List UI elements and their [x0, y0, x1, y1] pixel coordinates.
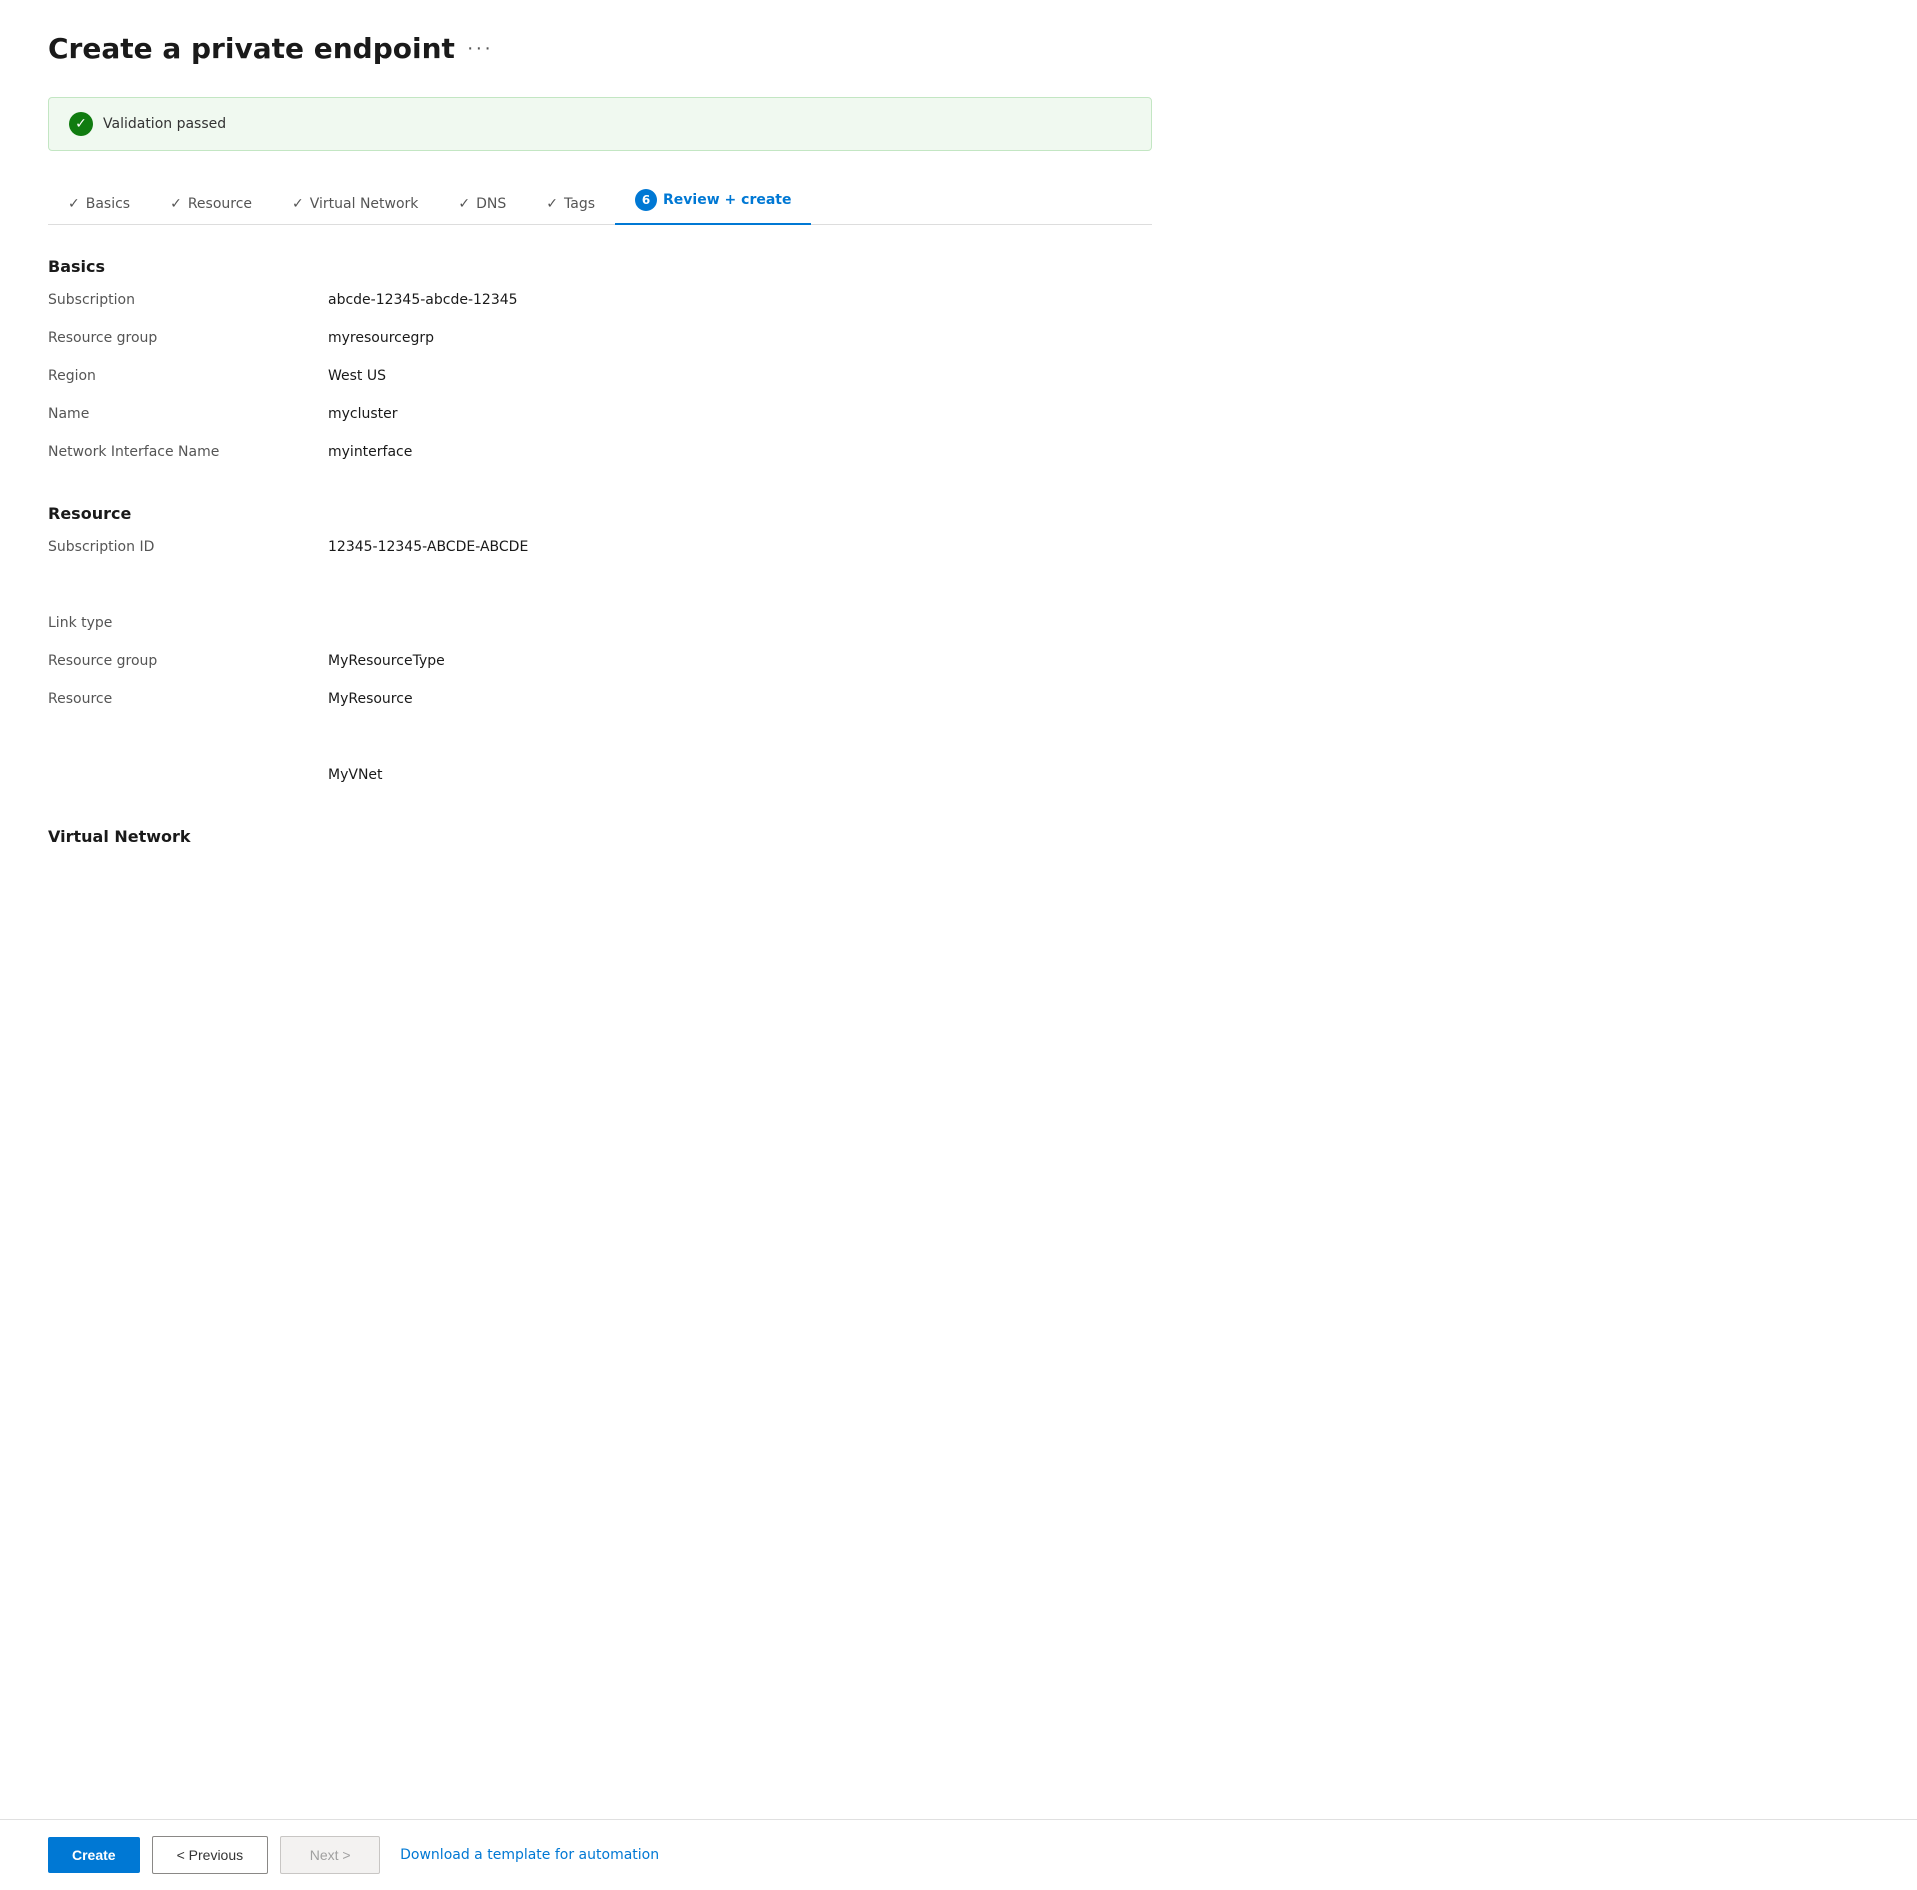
field-value-resource-group-type: MyResourceType [328, 653, 445, 669]
tab-review-create[interactable]: 6 Review + create [615, 179, 811, 225]
field-label-subscription: Subscription [48, 292, 328, 308]
field-resource-group: Resource group myresourcegrp [48, 330, 1152, 358]
tab-badge-review-create: 6 [635, 189, 657, 211]
virtual-network-section: Virtual Network [48, 827, 1152, 846]
download-template-link[interactable]: Download a template for automation [400, 1847, 659, 1863]
tab-dns[interactable]: ✓ DNS [438, 186, 526, 224]
field-link-type: Link type [48, 615, 1152, 643]
field-resource-group-type: Resource group MyResourceType [48, 653, 1152, 681]
field-region: Region West US [48, 368, 1152, 396]
tab-resource[interactable]: ✓ Resource [150, 186, 272, 224]
field-value-region: West US [328, 368, 386, 384]
ellipsis-menu-button[interactable]: ··· [467, 37, 493, 60]
field-resource: Resource MyResource [48, 691, 1152, 719]
field-label-resource-group: Resource group [48, 330, 328, 346]
tab-check-tags: ✓ [546, 196, 558, 212]
basics-section: Basics Subscription abcde-12345-abcde-12… [48, 257, 1152, 472]
validation-text: Validation passed [103, 116, 226, 132]
tab-label-virtual-network: Virtual Network [310, 196, 419, 212]
field-value-name: mycluster [328, 406, 398, 422]
page-title: Create a private endpoint [48, 32, 455, 65]
field-label-network-interface-name: Network Interface Name [48, 444, 328, 460]
tabs-row: ✓ Basics ✓ Resource ✓ Virtual Network ✓ … [48, 179, 1152, 225]
tab-label-resource: Resource [188, 196, 252, 212]
tab-check-resource: ✓ [170, 196, 182, 212]
field-name: Name mycluster [48, 406, 1152, 434]
field-value-myvnet: MyVNet [328, 767, 383, 783]
field-myvnet: MyVNet [48, 767, 1152, 795]
field-label-subscription-id: Subscription ID [48, 539, 328, 555]
resource-section-header: Resource [48, 504, 1152, 523]
field-spacer-1 [48, 577, 1152, 605]
resource-section: Resource Subscription ID 12345-12345-ABC… [48, 504, 1152, 795]
field-label-name: Name [48, 406, 328, 422]
tab-virtual-network[interactable]: ✓ Virtual Network [272, 186, 438, 224]
virtual-network-section-header: Virtual Network [48, 827, 1152, 846]
field-value-subscription-id: 12345-12345-ABCDE-ABCDE [328, 539, 528, 555]
field-value-resource: MyResource [328, 691, 413, 707]
field-label-region: Region [48, 368, 328, 384]
tab-check-basics: ✓ [68, 196, 80, 212]
tab-basics[interactable]: ✓ Basics [48, 186, 150, 224]
field-subscription: Subscription abcde-12345-abcde-12345 [48, 292, 1152, 320]
field-spacer-2 [48, 729, 1152, 757]
create-button[interactable]: Create [48, 1837, 140, 1873]
bottom-bar: Create < Previous Next > Download a temp… [0, 1819, 1917, 1890]
field-value-subscription: abcde-12345-abcde-12345 [328, 292, 518, 308]
basics-section-header: Basics [48, 257, 1152, 276]
validation-banner: Validation passed [48, 97, 1152, 151]
field-subscription-id: Subscription ID 12345-12345-ABCDE-ABCDE [48, 539, 1152, 567]
previous-button[interactable]: < Previous [152, 1836, 269, 1874]
field-label-link-type: Link type [48, 615, 328, 631]
field-label-resource-group-type: Resource group [48, 653, 328, 669]
field-label-resource: Resource [48, 691, 328, 707]
field-network-interface-name: Network Interface Name myinterface [48, 444, 1152, 472]
tab-label-basics: Basics [86, 196, 130, 212]
field-value-network-interface-name: myinterface [328, 444, 412, 460]
validation-check-icon [69, 112, 93, 136]
tab-check-virtual-network: ✓ [292, 196, 304, 212]
tab-check-dns: ✓ [458, 196, 470, 212]
next-button: Next > [280, 1836, 380, 1874]
tab-label-dns: DNS [476, 196, 506, 212]
tab-label-tags: Tags [564, 196, 595, 212]
tab-tags[interactable]: ✓ Tags [526, 186, 615, 224]
field-value-resource-group: myresourcegrp [328, 330, 434, 346]
tab-label-review-create: Review + create [663, 192, 791, 208]
